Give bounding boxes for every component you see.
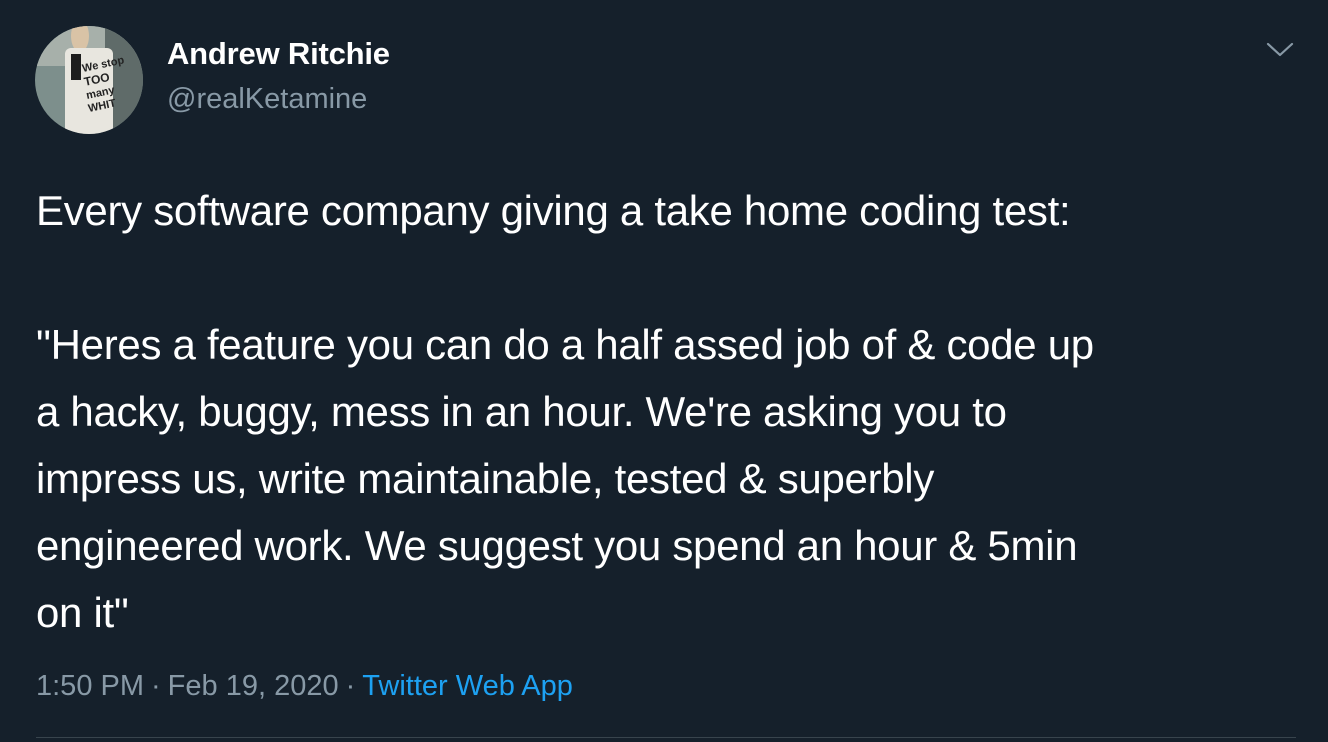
tweet-text-line: a hacky, buggy, mess in an hour. We're a… (36, 388, 1007, 435)
tweet-text-line: engineered work. We suggest you spend an… (36, 522, 1078, 569)
meta-separator: · (151, 670, 161, 702)
tweet-meta: 1:50 PM · Feb 19, 2020 · Twitter Web App (36, 670, 573, 703)
chevron-down-icon[interactable] (1264, 36, 1296, 62)
tweet-date[interactable]: Feb 19, 2020 (168, 670, 339, 702)
tweet-source-link[interactable]: Twitter Web App (362, 670, 573, 702)
tweet-text: Every software company giving a take hom… (36, 177, 1306, 646)
author-display-name[interactable]: Andrew Ritchie (167, 36, 390, 72)
tweet-text-line: impress us, write maintainable, tested &… (36, 455, 935, 502)
tweet-time[interactable]: 1:50 PM (36, 670, 144, 702)
divider (36, 737, 1296, 738)
avatar[interactable]: We stop TOO many WHIT (35, 26, 143, 134)
tweet-text-line: on it" (36, 589, 129, 636)
author-handle[interactable]: @realKetamine (167, 83, 367, 116)
tweet-text-blank-line (36, 244, 1306, 311)
tweet-text-line: Every software company giving a take hom… (36, 187, 1071, 234)
meta-separator: · (345, 670, 356, 702)
tweet-card: We stop TOO many WHIT Andrew Ritchie @re… (0, 0, 1328, 742)
tweet-text-line: "Heres a feature you can do a half assed… (36, 321, 1094, 368)
